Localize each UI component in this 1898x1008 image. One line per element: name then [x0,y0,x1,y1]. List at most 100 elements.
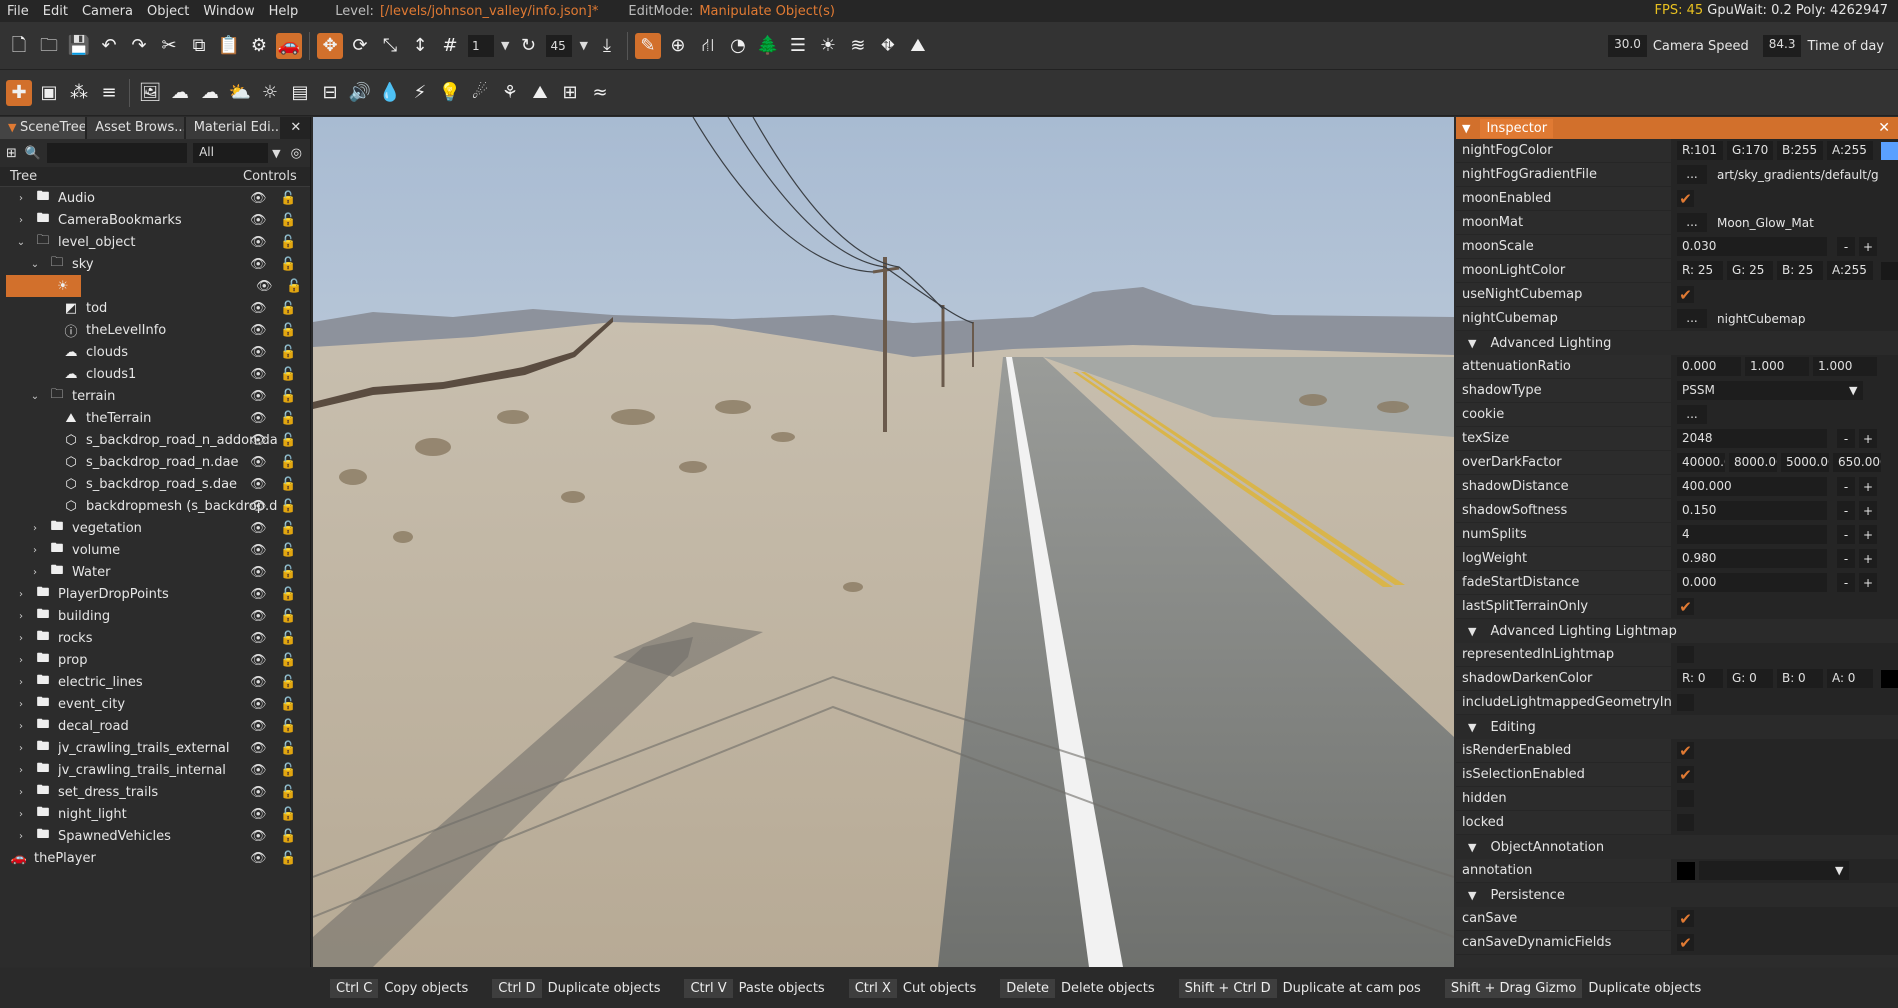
layers-icon[interactable]: ☰ [785,33,811,59]
color-channel-field[interactable]: R: 0 [1677,669,1723,688]
color-swatch[interactable] [1880,261,1898,280]
tree-row[interactable]: › 🖿 SpawnedVehicles 👁 🔓 [0,825,310,847]
forest-icon[interactable]: 🌲 [755,33,781,59]
expand-arrow-icon[interactable]: ⌄ [28,259,42,270]
increment-button[interactable]: + [1859,429,1877,448]
lock-icon[interactable]: 🔓 [280,455,296,470]
tree-row[interactable]: ⬡ backdropmesh (s_backdrop.d 👁 🔓 [0,495,310,517]
tree-row[interactable]: ⬡ s_backdrop_road_s.dae 👁 🔓 [0,473,310,495]
sun-icon[interactable]: ☼ [257,80,283,106]
tree-row[interactable]: › 🖿 volume 👁 🔓 [0,539,310,561]
lock-icon[interactable]: 🔓 [286,279,302,294]
tree-row[interactable]: › 🖿 Water 👁 🔓 [0,561,310,583]
tree-row[interactable]: › 🖿 Audio 👁 🔓 [0,187,310,209]
cloud-layer-icon[interactable]: ☁ [167,80,193,106]
color-channel-field[interactable]: R:101 [1677,141,1723,160]
visibility-eye-icon[interactable]: 👁 [250,719,267,734]
color-channel-field[interactable]: G:170 [1726,141,1773,160]
collapse-triangle-icon[interactable]: ▼ [1468,337,1476,350]
lightning-icon[interactable]: ⚡ [407,80,433,106]
chevron-down-icon[interactable]: ▼ [501,39,509,52]
add-shape-icon[interactable]: ▣ [36,80,62,106]
collapse-triangle-icon[interactable]: ▼ [1468,721,1476,734]
tab-material-editor[interactable]: Material Edi... [185,117,281,139]
tree-row[interactable]: ⬡ s_backdrop_road_n_addon.da 👁 🔓 [0,429,310,451]
visibility-eye-icon[interactable]: 👁 [250,543,267,558]
tree-row[interactable]: › 🖿 electric_lines 👁 🔓 [0,671,310,693]
road-icon[interactable]: ⛖ [875,33,901,59]
lock-icon[interactable]: 🔓 [280,411,296,426]
sky-icon[interactable]: ⛅ [227,80,253,106]
menu-help[interactable]: Help [262,4,306,19]
visibility-eye-icon[interactable]: 👁 [250,565,267,580]
inspector-section-header[interactable]: ▼ ObjectAnnotation [1456,835,1898,859]
sun-tool-icon[interactable]: ☀ [815,33,841,59]
checkbox[interactable]: ✔ [1677,286,1694,304]
visibility-eye-icon[interactable]: 👁 [250,609,267,624]
sound-emitter-icon[interactable]: 🔊 [347,80,373,106]
lock-icon[interactable]: 🔓 [280,719,296,734]
lock-icon[interactable]: 🔓 [280,191,296,206]
menu-window[interactable]: Window [196,4,261,19]
decrement-button[interactable]: - [1837,501,1855,520]
lock-icon[interactable]: 🔓 [280,763,296,778]
numeric-input[interactable]: 0.000 [1677,573,1827,592]
visibility-eye-icon[interactable]: 👁 [250,763,267,778]
inspector-section-header[interactable]: ▼ Editing [1456,715,1898,739]
visibility-eye-icon[interactable]: 👁 [250,411,267,426]
tree-row[interactable]: ☀sunsky👁🔓 [6,275,302,297]
water-plane-icon[interactable]: ▤ [287,80,313,106]
pencil-edit-icon[interactable]: ✎ [634,32,661,59]
expand-arrow-icon[interactable]: › [14,655,28,666]
open-folder-icon[interactable]: 🗀 [36,33,62,59]
expand-arrow-icon[interactable]: › [14,611,28,622]
vector-component-field[interactable]: 650.000 [1833,453,1881,472]
align-icon[interactable]: ↕ [407,33,433,59]
lock-icon[interactable]: 🔓 [280,367,296,382]
expand-arrow-icon[interactable]: › [14,831,28,842]
grid-snap-icon[interactable]: # [437,33,463,59]
tree-row[interactable]: › 🖿 set_dress_trails 👁 🔓 [0,781,310,803]
lock-icon[interactable]: 🔓 [280,301,296,316]
river-icon[interactable]: ≋ [845,33,871,59]
numeric-input[interactable]: 0.030 [1677,237,1827,256]
inspector-title[interactable]: Inspector [1480,118,1554,138]
chevron-down-icon[interactable]: ▼ [1835,864,1843,877]
vehicle-icon[interactable]: 🚗 [276,32,302,59]
visibility-eye-icon[interactable]: 👁 [250,323,267,338]
terrain-block-icon[interactable]: ⛰ [527,80,553,106]
visibility-eye-icon[interactable]: 👁 [250,807,267,822]
checkbox[interactable]: ✔ [1677,598,1694,616]
color-channel-field[interactable]: A: 0 [1826,669,1873,688]
visibility-eye-icon[interactable]: 👁 [250,345,267,360]
particle-icon[interactable]: ⁂ [66,80,92,106]
tree-row[interactable]: ◩ tod 👁 🔓 [0,297,310,319]
undo-icon[interactable]: ↶ [96,33,122,59]
color-channel-field[interactable]: A:255 [1826,261,1873,280]
3d-viewport[interactable] [313,117,1454,967]
radar-icon[interactable]: ◎ [291,146,302,161]
decrement-button[interactable]: - [1837,573,1855,592]
move-gizmo-icon[interactable]: ✥ [317,32,343,59]
inspector-section-header[interactable]: ▼ Persistence [1456,883,1898,907]
tree-row[interactable]: › 🖿 event_city 👁 🔓 [0,693,310,715]
numeric-input[interactable]: 2048 [1677,429,1827,448]
expand-arrow-icon[interactable]: › [28,567,42,578]
increment-button[interactable]: + [1859,573,1877,592]
visibility-eye-icon[interactable]: 👁 [250,631,267,646]
tree-row[interactable]: ⌄ 🗀 level_object 👁 🔓 [0,231,310,253]
numeric-input[interactable]: 4 [1677,525,1827,544]
numeric-input[interactable]: 0.980 [1677,549,1827,568]
precipitation-icon[interactable]: 💧 [377,80,403,106]
tree-row[interactable]: › 🖿 CameraBookmarks 👁 🔓 [0,209,310,231]
tree-row[interactable]: ⓘ theLevelInfo 👁 🔓 [0,319,310,341]
tree-row[interactable]: › 🖿 PlayerDropPoints 👁 🔓 [0,583,310,605]
tab-asset-browser[interactable]: Asset Brows... [87,117,184,139]
checkbox[interactable]: ✔ [1677,742,1694,760]
lock-icon[interactable]: 🔓 [280,345,296,360]
tree-row[interactable]: › 🖿 night_light 👁 🔓 [0,803,310,825]
color-channel-field[interactable]: A:255 [1826,141,1873,160]
decrement-button[interactable]: - [1837,477,1855,496]
chevron-down-icon[interactable]: ▼ [579,39,587,52]
lock-icon[interactable]: 🔓 [280,807,296,822]
